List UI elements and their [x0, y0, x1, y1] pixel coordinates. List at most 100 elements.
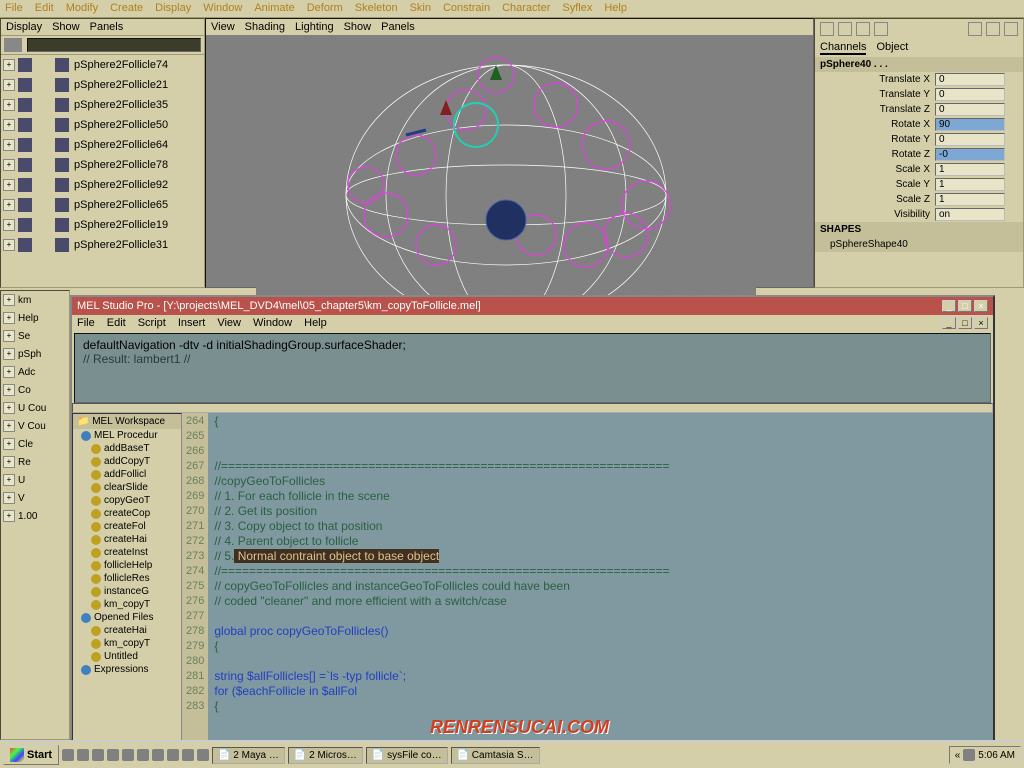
- tree-expressions[interactable]: Expressions: [73, 663, 181, 676]
- code-line[interactable]: //======================================…: [214, 564, 987, 579]
- channel-row[interactable]: Scale Z1: [815, 192, 1023, 207]
- left-strip-item[interactable]: + km: [1, 291, 69, 309]
- mel-menu-file[interactable]: File: [77, 317, 95, 329]
- left-strip-item[interactable]: + U: [1, 471, 69, 489]
- code-line[interactable]: for ($eachFollicle in $allFol: [214, 684, 987, 699]
- taskbar-app[interactable]: 📄 sysFile co…: [366, 747, 448, 764]
- channel-row[interactable]: Translate X0: [815, 72, 1023, 87]
- expand-icon[interactable]: +: [3, 99, 15, 111]
- menu-skin[interactable]: Skin: [410, 2, 431, 15]
- code-line[interactable]: [214, 444, 987, 459]
- tree-proc[interactable]: createCop: [73, 507, 181, 520]
- quicklaunch-icon[interactable]: [137, 749, 149, 761]
- tree-file[interactable]: createHai: [73, 624, 181, 637]
- expand-icon[interactable]: +: [3, 239, 15, 251]
- tree-proc[interactable]: km_copyT: [73, 598, 181, 611]
- expand-icon[interactable]: +: [3, 456, 15, 468]
- code-line[interactable]: {: [214, 639, 987, 654]
- tree-proc[interactable]: follicleHelp: [73, 559, 181, 572]
- code-line[interactable]: // 3. Copy object to that position: [214, 519, 987, 534]
- channel-row[interactable]: Rotate Z-0: [815, 147, 1023, 162]
- mel-titlebar[interactable]: MEL Studio Pro - [Y:\projects\MEL_DVD4\m…: [72, 297, 993, 315]
- code-line[interactable]: // 5. Normal contraint object to base ob…: [214, 549, 987, 564]
- expand-icon[interactable]: +: [3, 294, 15, 306]
- outliner-item[interactable]: +pSphere2Follicle31: [1, 235, 204, 255]
- menu-create[interactable]: Create: [110, 2, 143, 15]
- expand-icon[interactable]: +: [3, 384, 15, 396]
- tree-proc[interactable]: addBaseT: [73, 442, 181, 455]
- channel-row[interactable]: Scale Y1: [815, 177, 1023, 192]
- tree-file[interactable]: km_copyT: [73, 637, 181, 650]
- tab-channels[interactable]: Channels: [820, 41, 866, 55]
- outliner-item[interactable]: +pSphere2Follicle35: [1, 95, 204, 115]
- attr-value[interactable]: 0: [935, 88, 1005, 101]
- outliner-item[interactable]: +pSphere2Follicle21: [1, 75, 204, 95]
- outliner-item[interactable]: +pSphere2Follicle50: [1, 115, 204, 135]
- menu-constrain[interactable]: Constrain: [443, 2, 490, 15]
- expand-icon[interactable]: +: [3, 366, 15, 378]
- expand-icon[interactable]: +: [3, 474, 15, 486]
- tree-proc[interactable]: addFollicl: [73, 468, 181, 481]
- viewport-menu-shading[interactable]: Shading: [245, 21, 285, 33]
- menu-syflex[interactable]: Syflex: [562, 2, 592, 15]
- mdi-close-button[interactable]: ×: [974, 317, 988, 329]
- code-line[interactable]: [214, 429, 987, 444]
- attr-value[interactable]: -0: [935, 148, 1005, 161]
- system-tray[interactable]: « 5:06 AM: [949, 746, 1021, 764]
- tree-proc[interactable]: createInst: [73, 546, 181, 559]
- code-line[interactable]: // coded "cleaner" and more efficient wi…: [214, 594, 987, 609]
- menu-help[interactable]: Help: [604, 2, 627, 15]
- expand-icon[interactable]: +: [3, 199, 15, 211]
- menu-edit[interactable]: Edit: [35, 2, 54, 15]
- channel-row[interactable]: Translate Z0: [815, 102, 1023, 117]
- tab-object[interactable]: Object: [876, 41, 908, 55]
- viewport-canvas[interactable]: [206, 35, 813, 285]
- menu-display[interactable]: Display: [155, 2, 191, 15]
- expand-icon[interactable]: +: [3, 59, 15, 71]
- left-strip-item[interactable]: + Re: [1, 453, 69, 471]
- expand-icon[interactable]: +: [3, 119, 15, 131]
- maximize-button[interactable]: □: [958, 300, 972, 312]
- attr-value[interactable]: on: [935, 208, 1005, 221]
- tree-proc[interactable]: follicleRes: [73, 572, 181, 585]
- tree-folder[interactable]: MEL Procedur: [73, 429, 181, 442]
- tray-expand[interactable]: «: [955, 750, 961, 761]
- manip-icon[interactable]: [968, 22, 982, 36]
- menu-window[interactable]: Window: [203, 2, 242, 15]
- code-line[interactable]: // 2. Get its position: [214, 504, 987, 519]
- start-button[interactable]: Start: [3, 745, 59, 765]
- quicklaunch-icon[interactable]: [92, 749, 104, 761]
- menu-file[interactable]: File: [5, 2, 23, 15]
- close-button[interactable]: ×: [974, 300, 988, 312]
- tree-file[interactable]: Untitled: [73, 650, 181, 663]
- taskbar-app[interactable]: 📄 2 Micros…: [288, 747, 363, 764]
- minimize-button[interactable]: _: [942, 300, 956, 312]
- attr-value[interactable]: 1: [935, 178, 1005, 191]
- attr-value[interactable]: 0: [935, 133, 1005, 146]
- mel-menu-edit[interactable]: Edit: [107, 317, 126, 329]
- expand-icon[interactable]: +: [3, 510, 15, 522]
- quicklaunch-icon[interactable]: [77, 749, 89, 761]
- manip-icon[interactable]: [986, 22, 1000, 36]
- quicklaunch-icon[interactable]: [62, 749, 74, 761]
- outliner-menu-show[interactable]: Show: [52, 21, 80, 33]
- mel-menu-window[interactable]: Window: [253, 317, 292, 329]
- menu-modify[interactable]: Modify: [66, 2, 98, 15]
- tree-proc[interactable]: createHai: [73, 533, 181, 546]
- left-strip-item[interactable]: + Co: [1, 381, 69, 399]
- code-line[interactable]: string $allFollicles[] =`ls -typ follicl…: [214, 669, 987, 684]
- left-strip-item[interactable]: + Adc: [1, 363, 69, 381]
- attr-value[interactable]: 90: [935, 118, 1005, 131]
- code-line[interactable]: // 1. For each follicle in the scene: [214, 489, 987, 504]
- left-strip-item[interactable]: + U Cou: [1, 399, 69, 417]
- code-line[interactable]: {: [214, 699, 987, 714]
- quicklaunch-icon[interactable]: [167, 749, 179, 761]
- expand-icon[interactable]: +: [3, 159, 15, 171]
- left-strip-item[interactable]: + Cle: [1, 435, 69, 453]
- expand-icon[interactable]: +: [3, 139, 15, 151]
- scrollbar-horizontal[interactable]: [72, 403, 993, 413]
- taskbar-app[interactable]: 📄 Camtasia S…: [451, 747, 540, 764]
- clock[interactable]: 5:06 AM: [978, 750, 1015, 761]
- attr-value[interactable]: 0: [935, 73, 1005, 86]
- mel-code-editor[interactable]: 2642652662672682692702712722732742752762…: [182, 413, 993, 743]
